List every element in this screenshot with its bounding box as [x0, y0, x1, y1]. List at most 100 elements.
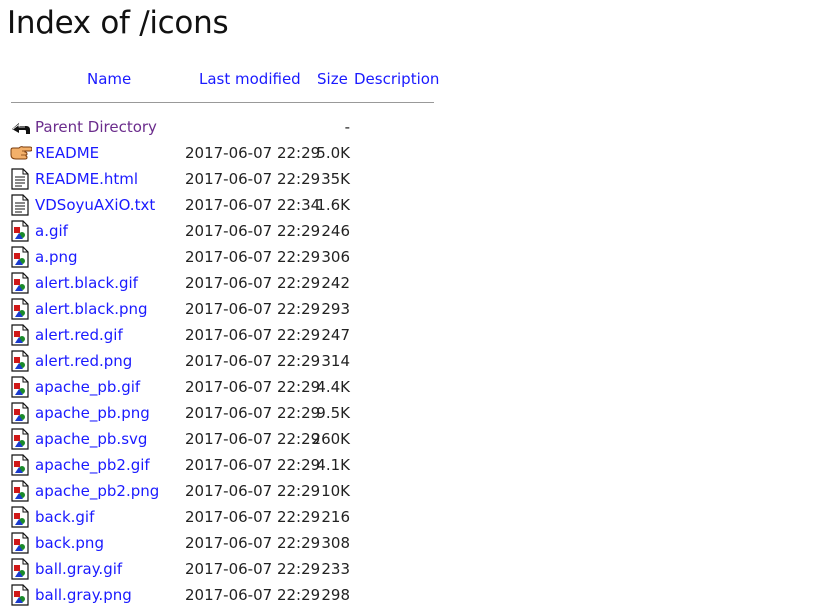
sort-by-last-modified-link[interactable]: Last modified	[199, 70, 301, 88]
file-link[interactable]: README.html	[35, 170, 138, 188]
size-cell: 242	[321, 274, 350, 292]
file-link[interactable]: back.gif	[35, 508, 94, 526]
image-file-icon	[10, 558, 30, 580]
image-file-icon	[10, 220, 30, 242]
sort-by-size-link[interactable]: Size	[317, 70, 348, 88]
file-link[interactable]: apache_pb.gif	[35, 378, 140, 396]
text-file-icon	[10, 168, 30, 190]
last-modified-cell: 2017-06-07 22:29	[185, 456, 321, 474]
file-link[interactable]: alert.black.gif	[35, 274, 138, 292]
size-cell: 260K	[311, 430, 350, 448]
file-row: a.png 2017-06-07 22:29 306	[0, 244, 819, 270]
file-row: alert.black.gif 2017-06-07 22:29 242	[0, 270, 819, 296]
size-cell: 298	[321, 586, 350, 604]
image-file-icon	[10, 350, 30, 372]
last-modified-cell: 2017-06-07 22:29	[185, 482, 321, 500]
image-file-icon	[10, 584, 30, 606]
size-cell: 10K	[321, 482, 350, 500]
file-link[interactable]: apache_pb2.gif	[35, 456, 150, 474]
directory-listing-page: Index of /icons Name Last modified Size …	[0, 0, 819, 606]
size-cell: 5.0K	[316, 144, 350, 162]
size-cell: 233	[321, 560, 350, 578]
image-file-icon	[10, 324, 30, 346]
size-cell: 4.4K	[316, 378, 350, 396]
last-modified-cell: 2017-06-07 22:29	[185, 144, 321, 162]
file-link[interactable]: a.png	[35, 248, 78, 266]
file-row: alert.red.png 2017-06-07 22:29 314	[0, 348, 819, 374]
last-modified-cell: 2017-06-07 22:29	[185, 352, 321, 370]
file-link[interactable]: a.gif	[35, 222, 68, 240]
last-modified-cell: 2017-06-07 22:29	[185, 300, 321, 318]
size-cell: 308	[321, 534, 350, 552]
size-cell: 4.1K	[316, 456, 350, 474]
last-modified-cell: 2017-06-07 22:34	[185, 196, 321, 214]
image-file-icon	[10, 298, 30, 320]
last-modified-cell: 2017-06-07 22:29	[185, 404, 321, 422]
size-cell: 314	[321, 352, 350, 370]
file-link[interactable]: ball.gray.png	[35, 586, 132, 604]
back-icon	[10, 116, 30, 138]
size-cell: 216	[321, 508, 350, 526]
size-cell: 9.5K	[316, 404, 350, 422]
file-link[interactable]: alert.black.png	[35, 300, 148, 318]
sort-by-description-link[interactable]: Description	[354, 70, 439, 88]
size-cell: 306	[321, 248, 350, 266]
image-file-icon	[10, 480, 30, 502]
last-modified-cell: 2017-06-07 22:29	[185, 586, 321, 604]
parent-directory-link[interactable]: Parent Directory	[35, 118, 157, 136]
file-row: ball.gray.png 2017-06-07 22:29 298	[0, 582, 819, 606]
file-link[interactable]: apache_pb2.png	[35, 482, 159, 500]
header-divider	[11, 102, 434, 103]
last-modified-cell: 2017-06-07 22:29	[185, 222, 321, 240]
image-file-icon	[10, 454, 30, 476]
size-cell: -	[344, 118, 350, 136]
last-modified-cell: 2017-06-07 22:29	[185, 326, 321, 344]
file-link[interactable]: alert.red.gif	[35, 326, 123, 344]
file-row: README.html 2017-06-07 22:29 35K	[0, 166, 819, 192]
file-row: a.gif 2017-06-07 22:29 246	[0, 218, 819, 244]
file-row: alert.red.gif 2017-06-07 22:29 247	[0, 322, 819, 348]
file-link[interactable]: README	[35, 144, 99, 162]
image-file-icon	[10, 272, 30, 294]
file-link[interactable]: back.png	[35, 534, 104, 552]
image-file-icon	[10, 428, 30, 450]
size-cell: 1.6K	[316, 196, 350, 214]
sort-by-name-link[interactable]: Name	[87, 70, 131, 88]
last-modified-cell: 2017-06-07 22:29	[185, 274, 321, 292]
file-link[interactable]: alert.red.png	[35, 352, 132, 370]
file-link[interactable]: VDSoyuAXiO.txt	[35, 196, 155, 214]
file-row: alert.black.png 2017-06-07 22:29 293	[0, 296, 819, 322]
size-cell: 246	[321, 222, 350, 240]
file-row: apache_pb.svg 2017-06-07 22:29 260K	[0, 426, 819, 452]
last-modified-cell: 2017-06-07 22:29	[185, 430, 321, 448]
file-row: back.png 2017-06-07 22:29 308	[0, 530, 819, 556]
page-title: Index of /icons	[7, 5, 229, 41]
last-modified-cell: 2017-06-07 22:29	[185, 508, 321, 526]
image-file-icon	[10, 246, 30, 268]
file-row: apache_pb.gif 2017-06-07 22:29 4.4K	[0, 374, 819, 400]
hand-right-icon	[10, 142, 32, 164]
last-modified-cell: 2017-06-07 22:29	[185, 534, 321, 552]
image-file-icon	[10, 402, 30, 424]
file-row: back.gif 2017-06-07 22:29 216	[0, 504, 819, 530]
file-row: README 2017-06-07 22:29 5.0K	[0, 140, 819, 166]
last-modified-cell: 2017-06-07 22:29	[185, 170, 321, 188]
image-file-icon	[10, 506, 30, 528]
file-link[interactable]: apache_pb.svg	[35, 430, 147, 448]
size-cell: 247	[321, 326, 350, 344]
last-modified-cell: 2017-06-07 22:29	[185, 560, 321, 578]
file-row: ball.gray.gif 2017-06-07 22:29 233	[0, 556, 819, 582]
image-file-icon	[10, 376, 30, 398]
file-row: apache_pb2.gif 2017-06-07 22:29 4.1K	[0, 452, 819, 478]
parent-directory-row: Parent Directory -	[0, 114, 819, 140]
size-cell: 35K	[321, 170, 350, 188]
file-list: Parent Directory - README 2017-06-07 22:29 5…	[0, 114, 819, 606]
text-file-icon	[10, 194, 30, 216]
file-link[interactable]: apache_pb.png	[35, 404, 150, 422]
file-row: VDSoyuAXiO.txt 2017-06-07 22:34 1.6K	[0, 192, 819, 218]
size-cell: 293	[321, 300, 350, 318]
last-modified-cell: 2017-06-07 22:29	[185, 248, 321, 266]
last-modified-cell: 2017-06-07 22:29	[185, 378, 321, 396]
file-link[interactable]: ball.gray.gif	[35, 560, 122, 578]
file-row: apache_pb2.png 2017-06-07 22:29 10K	[0, 478, 819, 504]
